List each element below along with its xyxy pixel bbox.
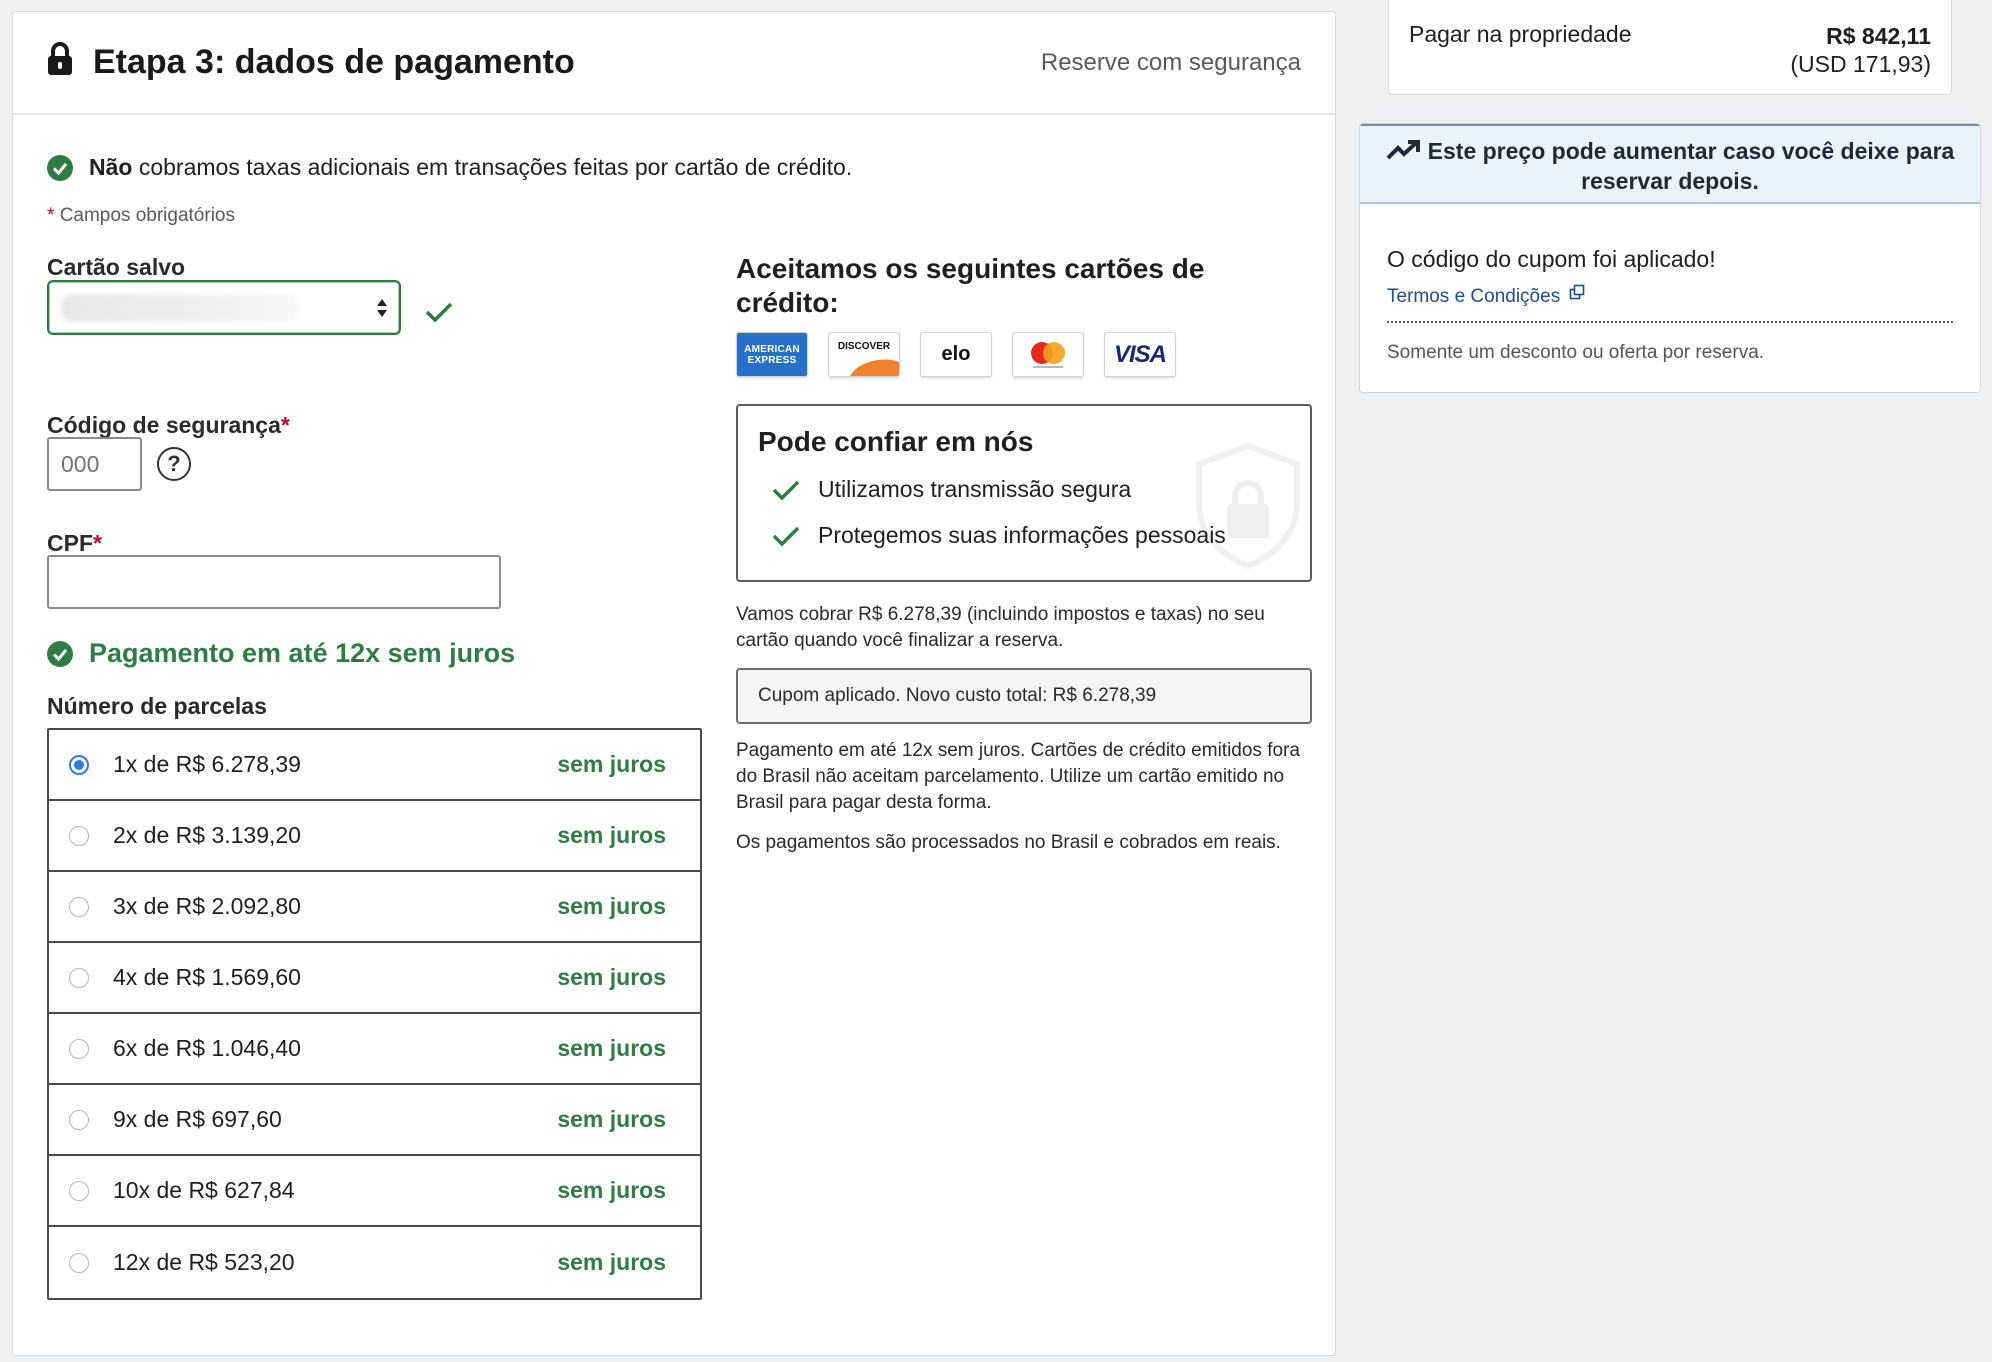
installment-radio[interactable] [69, 825, 89, 846]
interest-free-badge: sem juros [557, 893, 666, 919]
payment-card: Etapa 3: dados de pagamento Reserve com … [12, 11, 1336, 1356]
trust-item: Utilizamos transmissão segura [772, 476, 1131, 503]
check-icon [772, 480, 800, 500]
interest-free-badge: sem juros [557, 751, 666, 777]
help-icon[interactable]: ? [157, 447, 191, 481]
security-code-label: Código de segurança* [47, 412, 290, 438]
installment-label: 9x de R$ 697,60 [113, 1106, 282, 1132]
installment-label: 6x de R$ 1.046,40 [113, 1035, 301, 1061]
price-alert-banner: Este preço pode aumentar caso você deixe… [1360, 124, 1980, 204]
installment-option[interactable]: 9x de R$ 697,60 sem juros [49, 1085, 700, 1156]
no-fee-text: cobramos taxas adicionais em transações … [132, 154, 853, 180]
installment-radio[interactable] [69, 896, 89, 917]
cpf-input[interactable] [47, 555, 501, 609]
installment-label: 4x de R$ 1.569,60 [113, 964, 301, 990]
check-circle-icon [47, 154, 73, 181]
elo-logo: elo [920, 332, 992, 377]
security-code-input[interactable] [47, 437, 142, 491]
accepted-cards-title: Aceitamos os seguintes cartões de crédit… [736, 253, 1205, 318]
installment-radio[interactable] [69, 967, 89, 988]
installment-option[interactable]: 12x de R$ 523,20 sem juros [49, 1227, 700, 1298]
required-star: * [47, 205, 55, 226]
pay-at-property-usd: (USD 171,93) [1790, 51, 1931, 77]
installment-option[interactable]: 2x de R$ 3.139,20 sem juros [49, 801, 700, 872]
installment-radio[interactable] [69, 1038, 89, 1059]
interest-free-badge: sem juros [557, 964, 666, 990]
trust-title: Pode confiar em nós [758, 426, 1034, 457]
lock-icon [48, 41, 72, 75]
pay-at-property-label: Pagar na propriedade [1409, 21, 1632, 47]
installment-label: 2x de R$ 3.139,20 [113, 822, 301, 848]
external-link-icon [1570, 284, 1585, 300]
required-fields-note: * Campos obrigatórios [47, 205, 235, 227]
cpf-label: CPF* [47, 530, 102, 556]
mastercard-circles-icon [1031, 341, 1065, 368]
installment-label: 1x de R$ 6.278,39 [113, 751, 301, 777]
coupon-applied-text: O código do cupom foi aplicado! [1387, 246, 1716, 272]
installments-label: Número de parcelas [47, 693, 267, 719]
one-discount-note: Somente um desconto ou oferta por reserv… [1387, 342, 1765, 363]
required-text: Campos obrigatórios [59, 205, 235, 226]
secure-booking-label: Reserve com segurança [1040, 48, 1301, 76]
accepted-cards: AMERICAN EXPRESS DISCOVER elo VISA [736, 332, 1176, 377]
installment-radio[interactable] [69, 754, 89, 775]
charge-note: Vamos cobrar R$ 6.278,39 (incluindo impo… [736, 604, 1265, 651]
trust-box: Pode confiar em nós Utilizamos transmiss… [736, 404, 1312, 582]
installment-note: Pagamento em até 12x sem juros. Cartões … [736, 740, 1300, 813]
installment-option[interactable]: 3x de R$ 2.092,80 sem juros [49, 872, 700, 943]
discover-logo: DISCOVER [828, 332, 900, 377]
interest-free-badge: sem juros [557, 1106, 666, 1132]
pay-at-property-brl: R$ 842,11 [1826, 23, 1931, 49]
installment-option[interactable]: 6x de R$ 1.046,40 sem juros [49, 1014, 700, 1085]
installment-option[interactable]: 4x de R$ 1.569,60 sem juros [49, 943, 700, 1014]
installments-list: 1x de R$ 6.278,39 sem juros 2x de R$ 3.1… [47, 728, 702, 1300]
pay-at-property-box: Pagar na propriedade R$ 842,11 (USD 171,… [1388, 0, 1952, 95]
installments-title: Pagamento em até 12x sem juros [47, 638, 515, 669]
installment-option[interactable]: 10x de R$ 627,84 sem juros [49, 1156, 700, 1227]
trust-item: Protegemos suas informações pessoais [772, 522, 1226, 549]
installment-radio[interactable] [69, 1180, 89, 1201]
select-arrows-icon [377, 299, 387, 317]
saved-card-value-redacted [61, 294, 299, 322]
installment-label: 3x de R$ 2.092,80 [113, 893, 301, 919]
installment-radio[interactable] [69, 1252, 89, 1273]
interest-free-badge: sem juros [557, 1035, 666, 1061]
coupon-card: Este preço pode aumentar caso você deixe… [1359, 123, 1981, 393]
check-icon [772, 526, 800, 546]
mastercard-logo [1012, 332, 1084, 377]
saved-card-select[interactable] [47, 280, 401, 335]
amex-logo: AMERICAN EXPRESS [736, 332, 808, 377]
saved-card-label: Cartão salvo [47, 254, 186, 280]
installment-radio[interactable] [69, 1109, 89, 1130]
interest-free-badge: sem juros [557, 822, 666, 848]
interest-free-badge: sem juros [557, 1177, 666, 1203]
divider [1387, 321, 1953, 323]
installment-label: 12x de R$ 523,20 [113, 1249, 295, 1275]
check-circle-icon [47, 640, 73, 667]
shield-lock-icon [1196, 442, 1300, 570]
installment-label: 10x de R$ 627,84 [113, 1177, 295, 1203]
terms-link[interactable]: Termos e Condições [1387, 284, 1585, 308]
visa-logo: VISA [1104, 332, 1176, 377]
valid-check-icon [425, 302, 453, 323]
no-fee-notice: Não cobramos taxas adicionais em transaç… [47, 154, 852, 181]
no-fee-bold: Não [89, 154, 133, 180]
interest-free-badge: sem juros [557, 1249, 666, 1275]
installment-option[interactable]: 1x de R$ 6.278,39 sem juros [49, 730, 700, 801]
processed-note: Os pagamentos são processados no Brasil … [736, 832, 1281, 853]
trending-up-icon [1386, 140, 1420, 160]
coupon-total-box: Cupom aplicado. Novo custo total: R$ 6.2… [736, 668, 1312, 724]
page-title: Etapa 3: dados de pagamento [93, 43, 575, 81]
payment-header: Etapa 3: dados de pagamento Reserve com … [13, 12, 1335, 115]
